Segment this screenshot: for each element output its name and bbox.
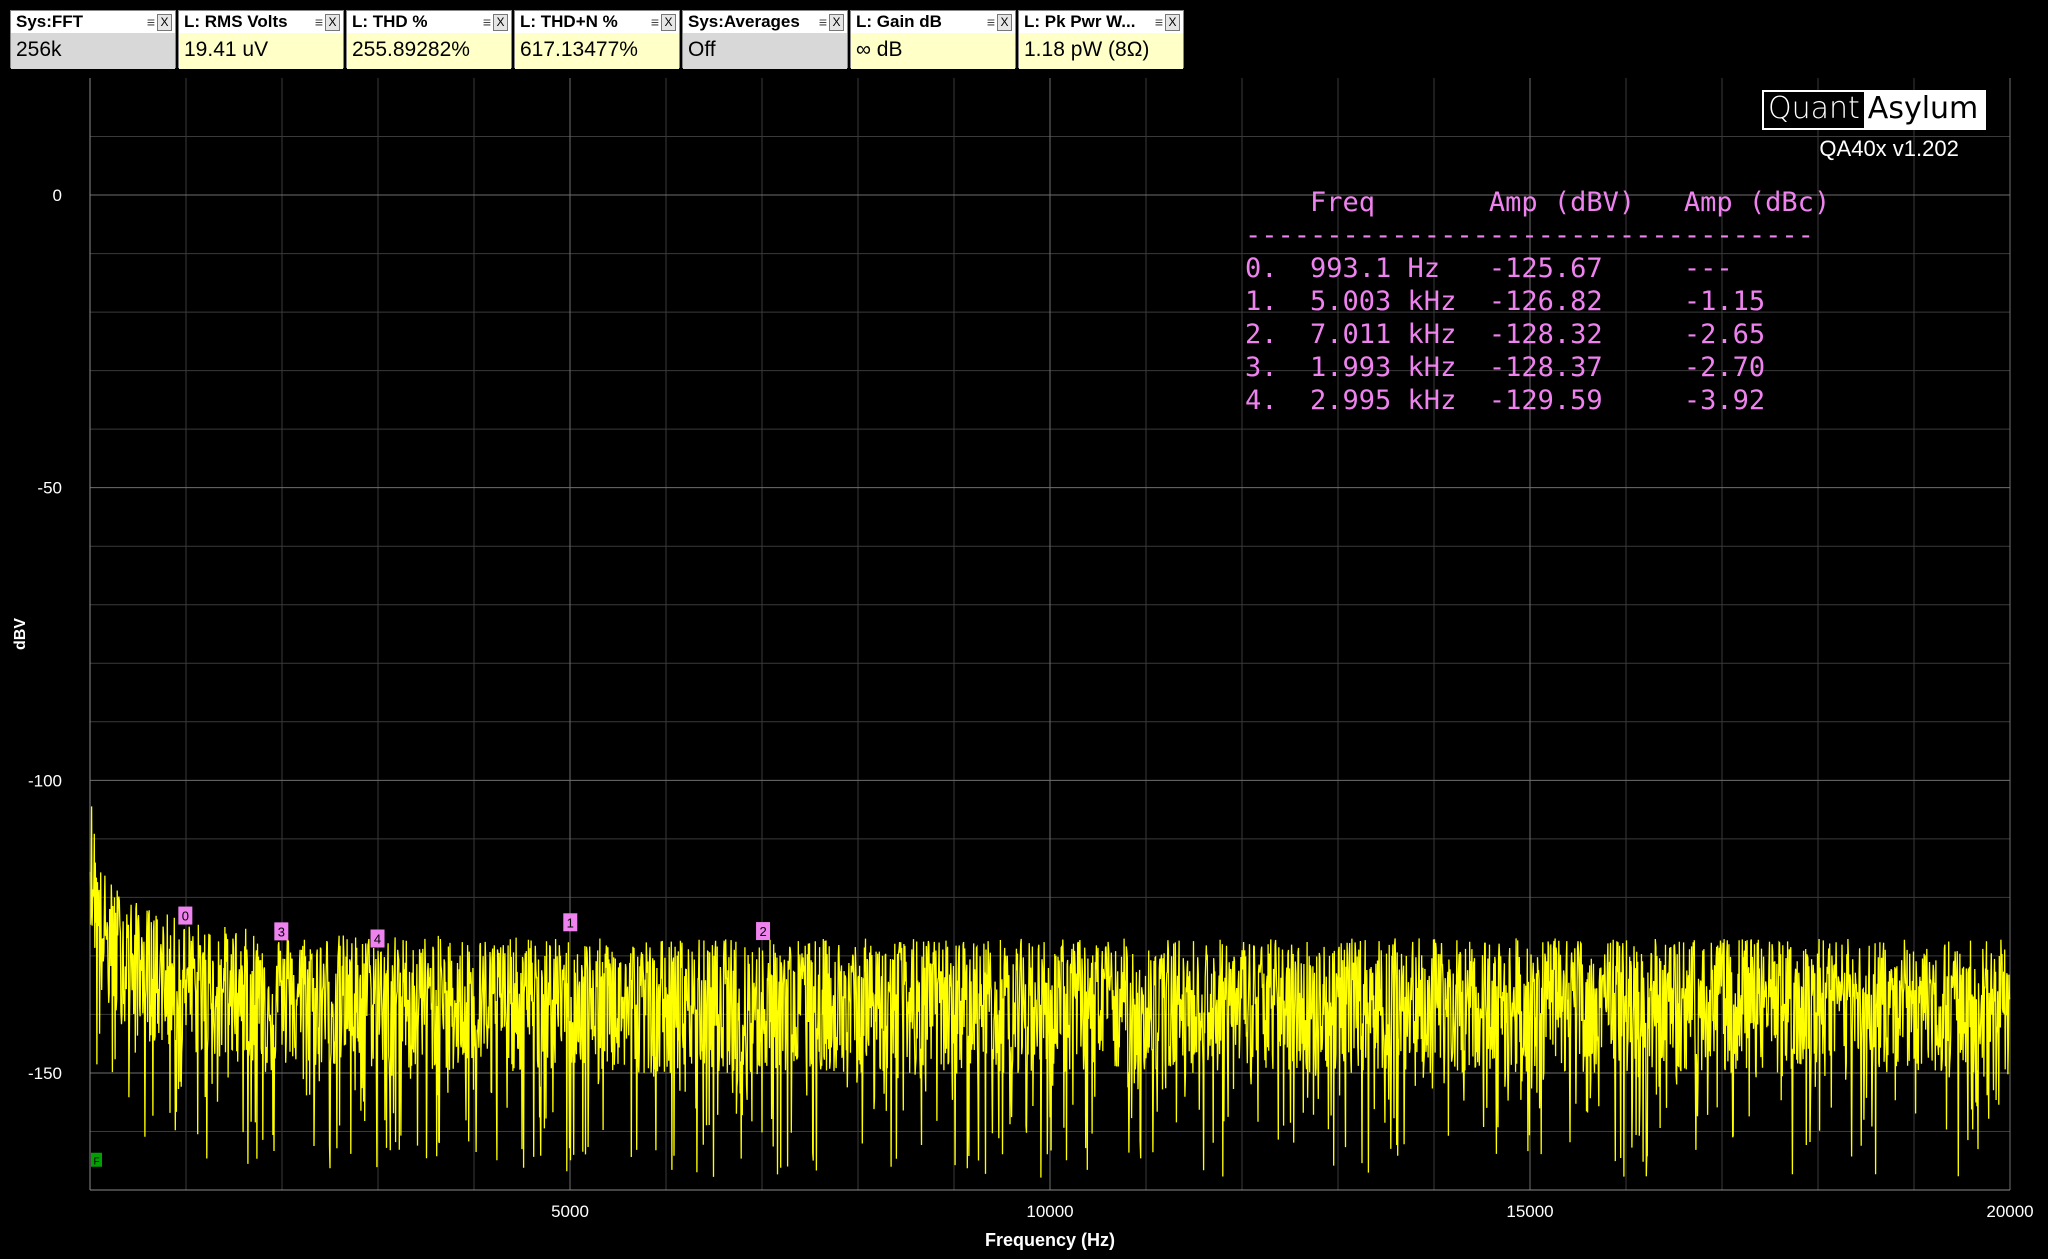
peak-table-row: 0. 993.1 Hz -125.67 --- (1245, 253, 1733, 284)
peak-table: Freq Amp (dBV) Amp (dBc) ----------------… (1245, 186, 1830, 417)
menu-icon[interactable]: ≡ (987, 11, 995, 33)
logo-asylum-text: Asylum (1863, 92, 1985, 128)
widget-title-text: L: Pk Pwr W... (1024, 12, 1136, 31)
widget-title-text: L: THD+N % (520, 12, 618, 31)
widget-title: L: THD+N % ≡ X (515, 11, 679, 33)
x-axis-label: Frequency (Hz) (985, 1230, 1115, 1250)
quantasylum-logo: Quant Asylum QA40x v1.202 (1762, 90, 1987, 162)
widget-title-text: L: THD % (352, 12, 428, 31)
widget-title: L: THD % ≡ X (347, 11, 511, 33)
peak-table-row: 1. 5.003 kHz -126.82 -1.15 (1245, 286, 1766, 317)
peak-table-header: Freq Amp (dBV) Amp (dBc) (1245, 187, 1831, 218)
peak-marker-label: 3 (278, 924, 285, 939)
close-icon[interactable]: X (829, 14, 844, 31)
widget-2[interactable]: L: THD % ≡ X 255.89282% (346, 10, 512, 69)
close-icon[interactable]: X (661, 14, 676, 31)
widget-title-text: Sys:Averages (688, 12, 800, 31)
peak-marker-2[interactable]: 2 (756, 922, 771, 941)
widget-title: Sys:FFT ≡ X (11, 11, 175, 33)
widget-value: 255.89282% (347, 33, 511, 69)
y-tick-label: -150 (28, 1064, 62, 1083)
widget-value: Off (683, 33, 847, 69)
widget-0[interactable]: Sys:FFT ≡ X 256k (10, 10, 176, 69)
y-tick-label: -50 (37, 479, 62, 498)
peak-marker-3[interactable]: 3 (274, 922, 289, 941)
y-axis-label: dBV (12, 618, 29, 650)
menu-icon[interactable]: ≡ (651, 11, 659, 33)
widget-title: Sys:Averages ≡ X (683, 11, 847, 33)
widget-value: ∞ dB (851, 33, 1015, 69)
close-icon[interactable]: X (493, 14, 508, 31)
peak-marker-label: 1 (567, 915, 574, 930)
widget-title-text: Sys:FFT (16, 12, 84, 31)
widget-title-text: L: Gain dB (856, 12, 942, 31)
peak-marker-label: 0 (182, 909, 189, 924)
widget-title: L: Gain dB ≡ X (851, 11, 1015, 33)
logo-quant-text: Quant (1764, 92, 1864, 128)
peak-marker-1[interactable]: 1 (563, 913, 578, 932)
x-tick-label: 10000 (1026, 1202, 1073, 1221)
peak-marker-label: 2 (759, 924, 766, 939)
widget-1[interactable]: L: RMS Volts ≡ X 19.41 uV (178, 10, 344, 69)
widget-title: L: Pk Pwr W... ≡ X (1019, 11, 1183, 33)
peak-marker-4[interactable]: 4 (370, 929, 385, 948)
y-tick-label: 0 (53, 186, 62, 205)
widget-3[interactable]: L: THD+N % ≡ X 617.13477% (514, 10, 680, 69)
widget-value: 1.18 pW (8Ω) (1019, 33, 1183, 69)
widget-value: 256k (11, 33, 175, 69)
peak-table-row: 4. 2.995 kHz -129.59 -3.92 (1245, 385, 1766, 416)
x-tick-label: 5000 (551, 1202, 589, 1221)
close-icon[interactable]: X (1165, 14, 1180, 31)
peak-marker-label: 4 (374, 931, 381, 946)
widget-title: L: RMS Volts ≡ X (179, 11, 343, 33)
peak-table-row: 2. 7.011 kHz -128.32 -2.65 (1245, 319, 1766, 350)
menu-icon[interactable]: ≡ (819, 11, 827, 33)
peak-marker-0[interactable]: 0 (178, 906, 193, 925)
close-icon[interactable]: X (157, 14, 172, 31)
close-icon[interactable]: X (325, 14, 340, 31)
menu-icon[interactable]: ≡ (147, 11, 155, 33)
x-tick-label: 20000 (1986, 1202, 2033, 1221)
widget-value: 617.13477% (515, 33, 679, 69)
widget-6[interactable]: L: Pk Pwr W... ≡ X 1.18 pW (8Ω) (1018, 10, 1184, 69)
menu-icon[interactable]: ≡ (483, 11, 491, 33)
widget-value: 19.41 uV (179, 33, 343, 69)
widget-title-text: L: RMS Volts (184, 12, 288, 31)
menu-icon[interactable]: ≡ (315, 11, 323, 33)
corner-marker: F (91, 1152, 102, 1168)
version-label: QA40x v1.202 (1819, 136, 1959, 161)
x-tick-label: 15000 (1506, 1202, 1553, 1221)
peak-table-separator: ----------------------------------- (1245, 220, 1814, 251)
widget-5[interactable]: L: Gain dB ≡ X ∞ dB (850, 10, 1016, 69)
corner-marker-label: F (93, 1157, 99, 1168)
close-icon[interactable]: X (997, 14, 1012, 31)
y-tick-label: -100 (28, 771, 62, 790)
menu-icon[interactable]: ≡ (1155, 11, 1163, 33)
widget-4[interactable]: Sys:Averages ≡ X Off (682, 10, 848, 69)
peak-table-row: 3. 1.993 kHz -128.37 -2.70 (1245, 352, 1766, 383)
